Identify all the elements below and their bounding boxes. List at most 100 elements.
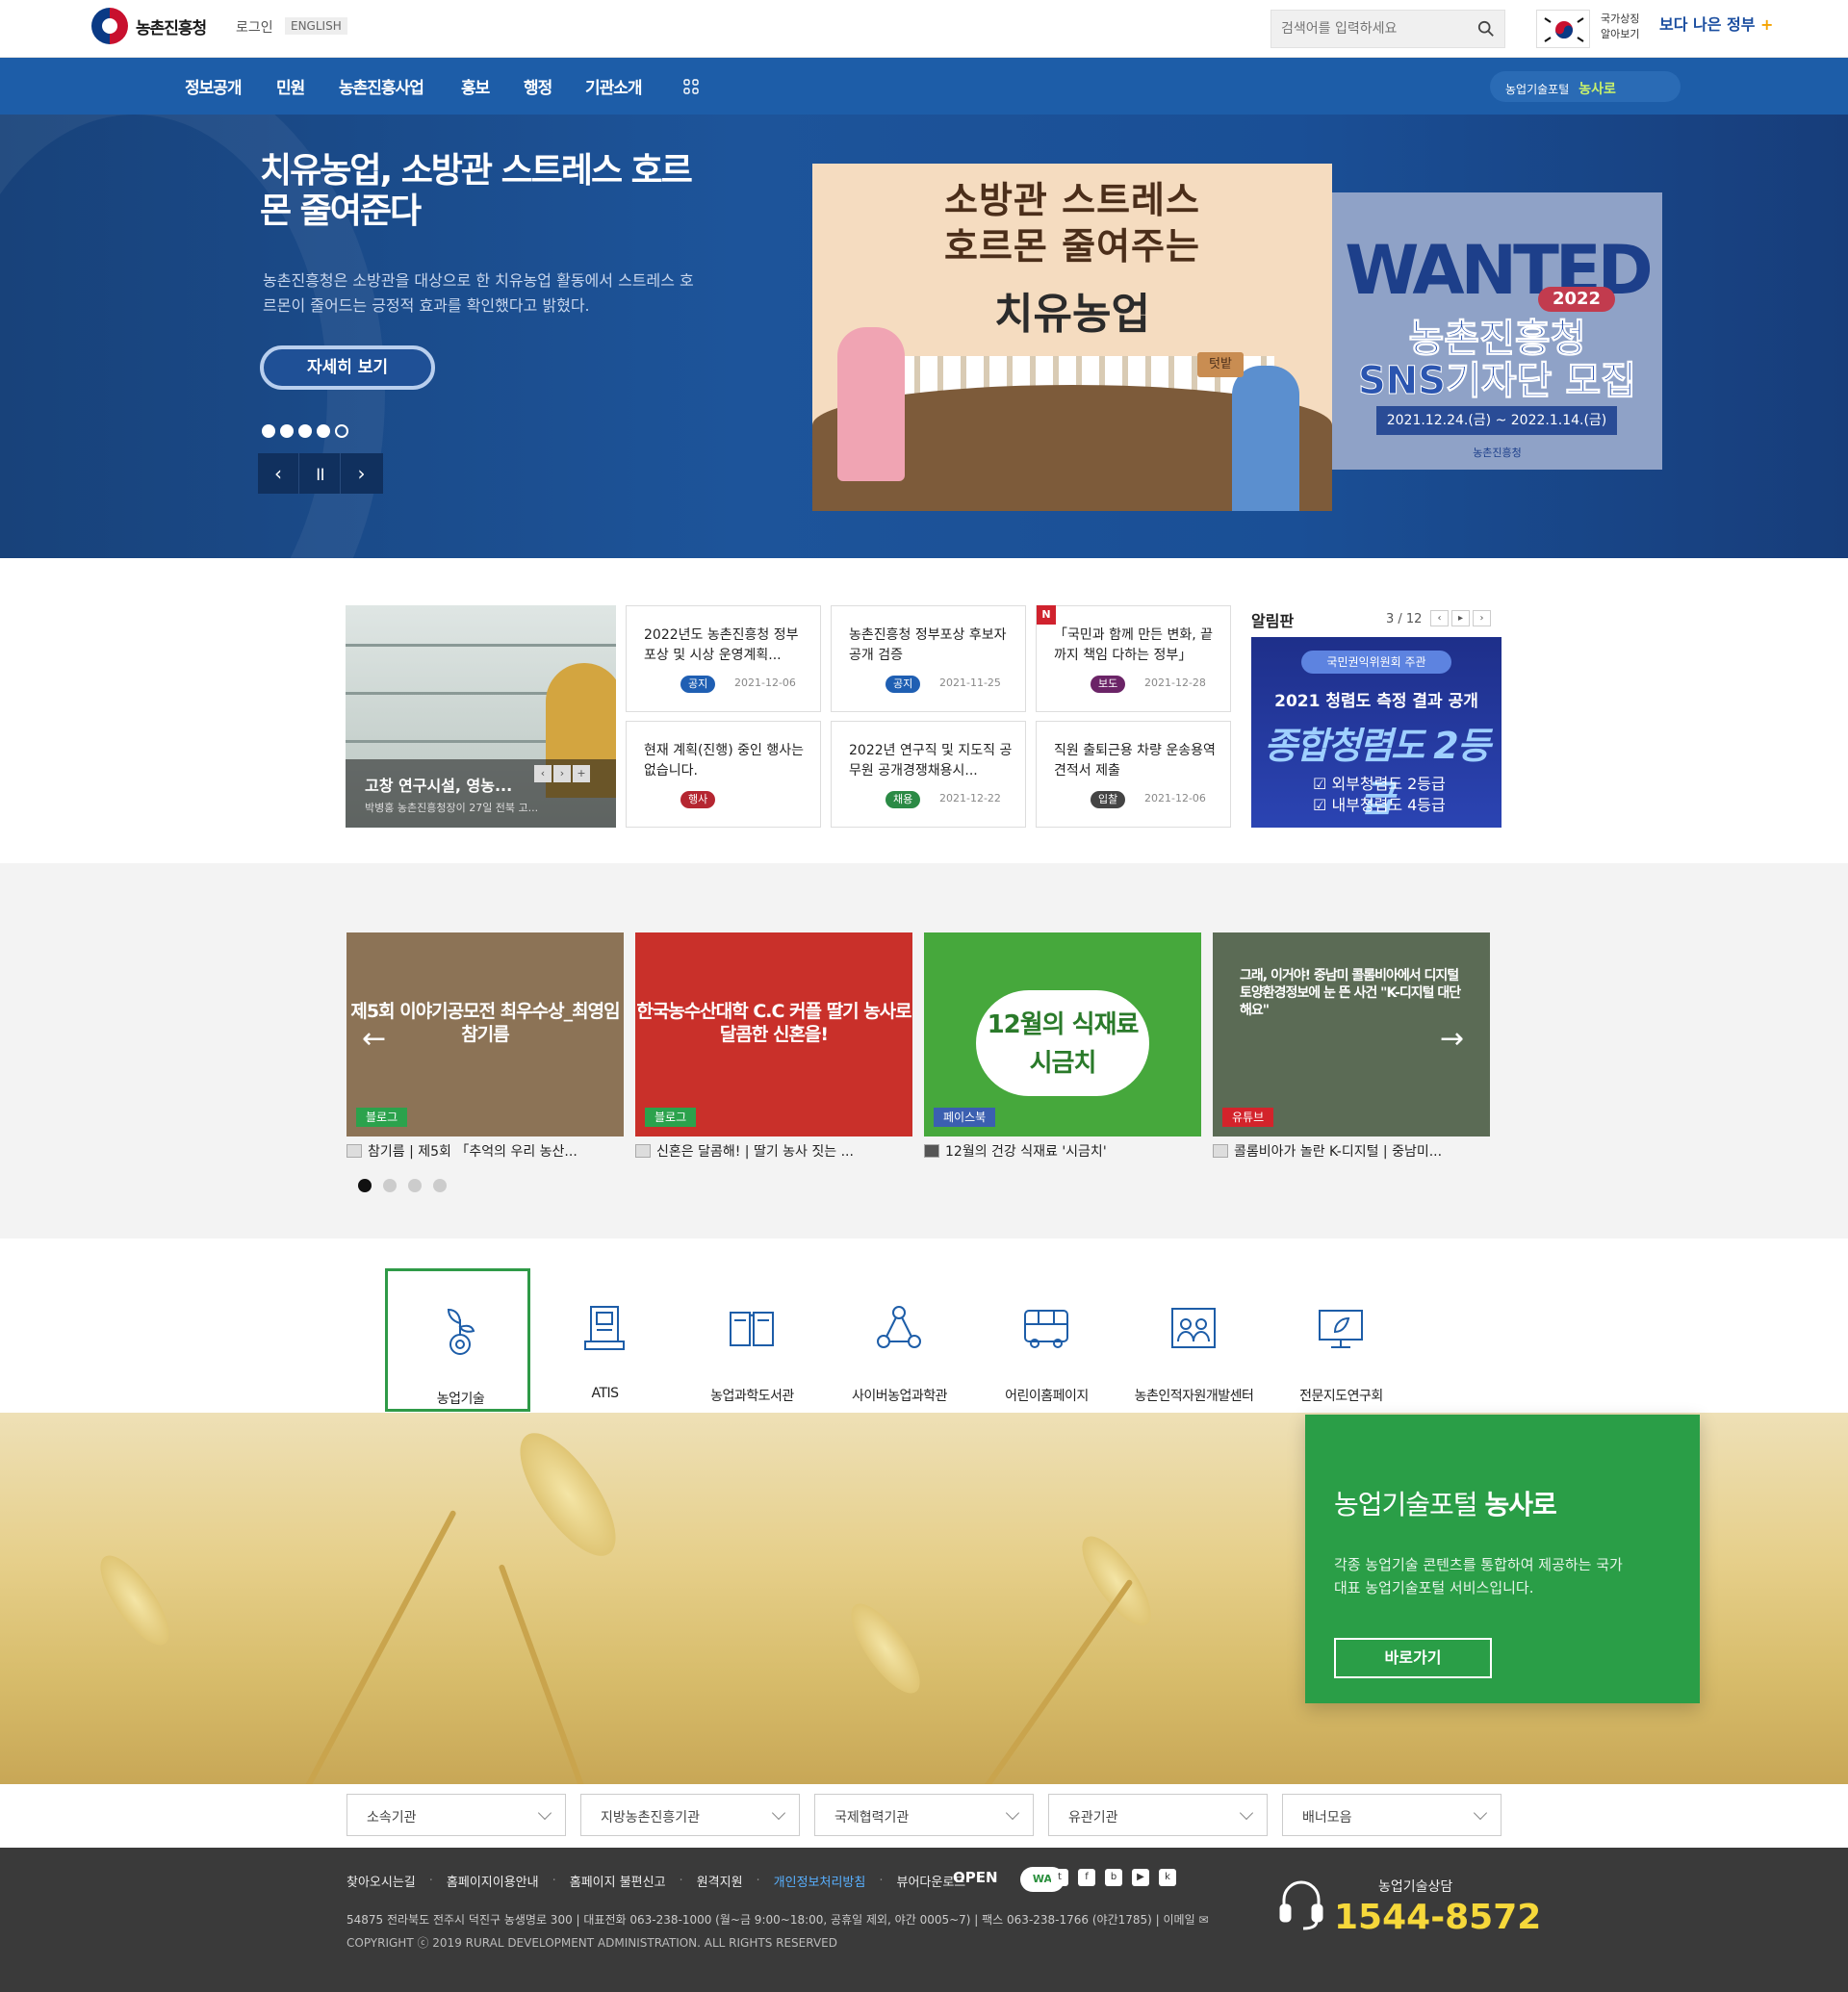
national-flag-icon[interactable]: [1536, 10, 1590, 48]
hero-dot[interactable]: [298, 424, 312, 438]
twitter-icon[interactable]: t: [1051, 1869, 1068, 1886]
sns-platform-label: 블로그: [645, 1108, 697, 1127]
english-link[interactable]: ENGLISH: [285, 17, 347, 35]
nav-item-admin[interactable]: 행정: [524, 74, 552, 98]
facebook-icon[interactable]: f: [1078, 1869, 1095, 1886]
sns-dot[interactable]: [433, 1179, 447, 1192]
blog-icon[interactable]: b: [1105, 1869, 1122, 1886]
news-card[interactable]: 직원 출퇴근용 차량 운송용역 견적서 제출 입찰 2021-12-06: [1036, 721, 1231, 828]
footer-link-report[interactable]: 홈페이지 불편신고: [570, 1872, 666, 1890]
select-related-agencies[interactable]: 유관기관: [1048, 1794, 1268, 1836]
plus-icon[interactable]: +: [573, 765, 590, 782]
next-arrow-icon[interactable]: ›: [553, 765, 571, 782]
hero-dot[interactable]: [262, 424, 275, 438]
hero-slide-image-healing-farm[interactable]: 소방관 스트레스 호르몬 줄여주는 치유농업 텃밭: [812, 164, 1332, 511]
news-card[interactable]: 「국민과 함께 만든 변화, 끝까지 책임 다하는 정부」 보도 2021-12…: [1036, 605, 1231, 712]
sns-next-arrow-icon[interactable]: →: [1440, 1022, 1464, 1056]
site-link-research-club[interactable]: 전문지도연구회: [1269, 1268, 1414, 1412]
book-icon: [730, 1312, 774, 1346]
news-card[interactable]: 2022년도 농촌진흥청 정부포상 및 시상 운영계획... 공지 2021-1…: [626, 605, 821, 712]
prev-arrow-icon[interactable]: ‹: [1430, 610, 1449, 626]
nongsaro-go-button[interactable]: 바로가기: [1334, 1638, 1492, 1678]
hero-dot[interactable]: [317, 424, 330, 438]
sns-dot[interactable]: [383, 1179, 397, 1192]
site-link-hrd-center[interactable]: 농촌인적자원개발센터: [1121, 1268, 1267, 1412]
nav-item-about[interactable]: 기관소개: [585, 74, 643, 98]
next-arrow-icon[interactable]: ›: [341, 453, 382, 494]
notice-board-controls: ‹ ▸ ›: [1430, 610, 1491, 626]
select-local-agencies[interactable]: 지방농촌진흥기관: [580, 1794, 800, 1836]
nav-item-info[interactable]: 정보공개: [185, 74, 243, 98]
tel-number[interactable]: 1544-8572: [1334, 1898, 1541, 1937]
notice-board-image[interactable]: 국민권익위원회 주관 2021 청렴도 측정 결과 공개 종합청렴도 2등급 ☑…: [1251, 637, 1502, 828]
sitemap-grid-icon[interactable]: [683, 79, 699, 94]
prev-arrow-icon[interactable]: ‹: [534, 765, 552, 782]
kakao-icon[interactable]: k: [1159, 1869, 1176, 1886]
select-label: 유관기관: [1068, 1810, 1118, 1826]
news-card-title: 2022년도 농촌진흥청 정부포상 및 시상 운영계획...: [644, 627, 799, 663]
news-card[interactable]: 농촌진흥청 정부포상 후보자 공개 검증 공지 2021-11-25: [831, 605, 1026, 712]
select-affiliated-agencies[interactable]: 소속기관: [346, 1794, 566, 1836]
play-icon[interactable]: ▸: [1451, 610, 1470, 626]
footer-link-privacy[interactable]: 개인정보처리방침: [774, 1872, 866, 1890]
site-link-cyber-museum[interactable]: 사이버농업과학관: [827, 1268, 972, 1412]
hero-detail-button[interactable]: 자세히 보기: [260, 345, 435, 390]
sns-caption[interactable]: 참기름 | 제5회 「추억의 우리 농산...: [346, 1141, 578, 1161]
facebook-icon: [924, 1144, 939, 1158]
next-arrow-icon[interactable]: ›: [1473, 610, 1491, 626]
wheat-ear: [502, 1418, 633, 1571]
board-ext-grade: ☑ 외부청렴도 2등급: [1313, 775, 1446, 793]
news-card[interactable]: 현재 계획(진행) 중인 행사는 없습니다. 행사: [626, 721, 821, 828]
news-date: 2021-11-25: [939, 677, 1001, 689]
footer-link-usage[interactable]: 홈페이지이용안내: [447, 1872, 539, 1890]
search-icon[interactable]: [1477, 20, 1495, 38]
sns-card[interactable]: 12월의 식재료 시금치 페이스북: [924, 932, 1201, 1136]
news-photo-slider[interactable]: 고창 연구시설, 영농... 박병홍 농촌진흥청장이 27일 전북 고... ‹…: [346, 605, 616, 828]
national-symbol-link[interactable]: 국가상징 알아보기: [1601, 12, 1639, 42]
national-symbol-label-1: 국가상징: [1601, 13, 1640, 25]
sns-caption[interactable]: 신혼은 달콤해! | 딸기 농사 짓는 ...: [635, 1141, 854, 1161]
footer-address-text: 54875 전라북도 전주시 덕진구 농생명로 300 | 대표전화 063-2…: [346, 1913, 1195, 1927]
agency-logo[interactable]: 농촌진흥청: [91, 8, 207, 44]
youtube-icon[interactable]: ▶: [1132, 1869, 1149, 1886]
sns-caption[interactable]: 12월의 건강 식재료 '시금치': [924, 1141, 1107, 1161]
nav-item-projects[interactable]: 농촌진흥사업: [339, 74, 424, 98]
footer-links: 찾아오시는길 · 홈페이지이용안내 · 홈페이지 불편신고 · 원격지원 · 개인정보처…: [346, 1872, 983, 1890]
wheat-ear: [1070, 1526, 1163, 1636]
open-license-logo[interactable]: OPEN: [953, 1869, 998, 1886]
select-banners[interactable]: 배너모음: [1282, 1794, 1502, 1836]
sns-caption[interactable]: 콜롬비아가 놀란 K-디지털 | 중남미...: [1213, 1141, 1442, 1161]
hero-slide-image-sns-reporter[interactable]: WANTED 2022 농촌진흥청 SNS기자단 모집 2021.12.24.(…: [1332, 192, 1662, 470]
footer-link-remote[interactable]: 원격지원: [697, 1872, 743, 1890]
sns-card[interactable]: 한국농수산대학 C.C 커플 딸기 농사로 달콤한 신혼을! 블로그: [635, 932, 912, 1136]
sns-dot-active[interactable]: [358, 1179, 372, 1192]
pause-icon[interactable]: ॥: [299, 453, 341, 494]
news-card-title: 농촌진흥청 정부포상 후보자 공개 검증: [849, 627, 1007, 663]
site-link-agri-tech[interactable]: 농업기술: [385, 1268, 530, 1412]
news-card[interactable]: 2022년 연구직 및 지도직 공무원 공개경쟁채용시... 채용 2021-1…: [831, 721, 1026, 828]
site-link-library[interactable]: 농업과학도서관: [680, 1268, 825, 1412]
nongsaro-portal-link[interactable]: 농업기술포털 농사로: [1490, 71, 1681, 102]
hero-dot[interactable]: [280, 424, 294, 438]
sns-prev-arrow-icon[interactable]: ←: [362, 1022, 386, 1056]
board-int-grade-text: 내부청렴도 4등급: [1331, 796, 1446, 814]
mail-icon[interactable]: ✉: [1198, 1913, 1208, 1927]
site-link-atis[interactable]: ATIS: [532, 1268, 678, 1412]
sns-dot[interactable]: [408, 1179, 422, 1192]
search-input[interactable]: [1271, 11, 1464, 47]
select-label: 지방농촌진흥기관: [601, 1810, 701, 1826]
select-intl-agencies[interactable]: 국제협력기관: [814, 1794, 1034, 1836]
prev-arrow-icon[interactable]: ‹: [258, 453, 299, 494]
sns-overlay-text: 그래, 이거야! 중남미 콜롬비아에서 디지털 토양환경정보에 눈 뜬 사건 "…: [1240, 968, 1461, 1018]
nav-item-civil[interactable]: 민원: [276, 74, 305, 98]
sns-footer-logo: 농촌진흥청: [1473, 447, 1522, 459]
login-link[interactable]: 로그인: [236, 17, 273, 37]
footer-link-directions[interactable]: 찾아오시는길: [346, 1872, 416, 1890]
nav-item-pr[interactable]: 홍보: [461, 74, 490, 98]
site-link-kids[interactable]: 어린이홈페이지: [974, 1268, 1119, 1412]
hero-dot-active[interactable]: [335, 424, 348, 438]
taegeuk-logo-icon: [91, 8, 128, 44]
gov-slogan-logo[interactable]: 보다 나은 정부 +: [1659, 12, 1773, 35]
sns-card[interactable]: 제5회 이야기공모전 최우수상_최영임 참기름 블로그: [346, 932, 624, 1136]
notice-board-count: 3 / 12: [1386, 612, 1423, 626]
